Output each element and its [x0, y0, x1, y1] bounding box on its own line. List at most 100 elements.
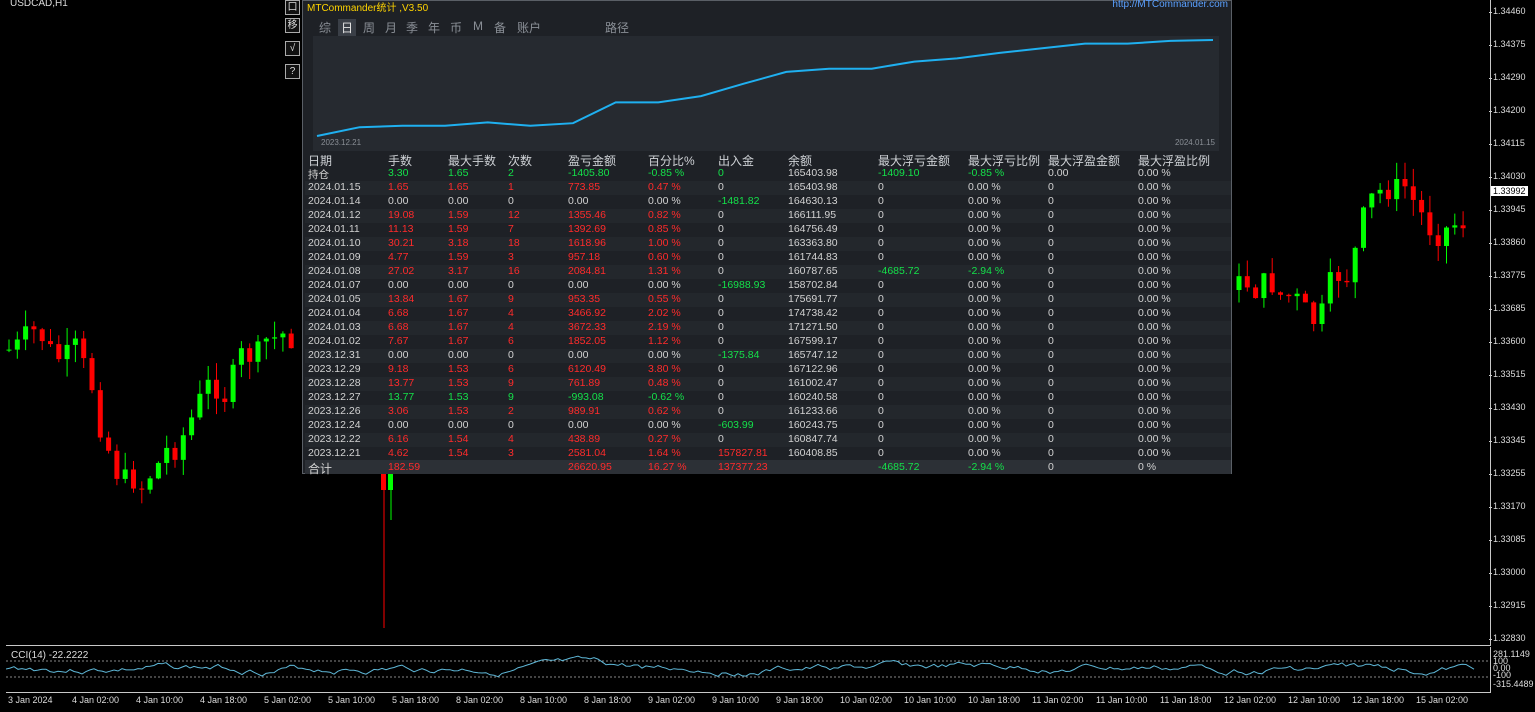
candle-body	[1452, 225, 1458, 228]
candle-body	[1302, 293, 1308, 303]
price-tick: 1.34030	[1489, 171, 1526, 181]
table-cell: 0.00 %	[1138, 377, 1171, 389]
candle-body	[39, 329, 45, 342]
table-cell: 0.00 %	[1138, 419, 1171, 431]
table-cell: 0	[1048, 447, 1054, 459]
table-cell: 3	[508, 447, 514, 459]
table-cell: 4.77	[388, 251, 409, 263]
table-cell: 1.59	[448, 209, 469, 221]
table-cell: 0	[878, 349, 884, 361]
table-cell: 160847.74	[788, 433, 838, 445]
table-cell: 2.19 %	[648, 321, 681, 333]
table-cell: 0	[878, 237, 884, 249]
time-tick: 11 Jan 18:00	[1160, 695, 1212, 705]
panel-minimize-button[interactable]: 口	[285, 0, 300, 15]
table-cell: 0.82 %	[648, 209, 681, 221]
table-cell: 12	[508, 209, 520, 221]
table-cell: 1.64 %	[648, 447, 681, 459]
table-cell: 9	[508, 391, 514, 403]
table-cell: 1.00 %	[648, 237, 681, 249]
tab-10[interactable]: 路径	[605, 19, 629, 36]
table-cell: 163363.80	[788, 237, 838, 249]
table-cell: -2.94 %	[968, 265, 1005, 277]
table-cell: 0	[878, 363, 884, 375]
candle-body	[1435, 235, 1441, 247]
time-tick: 9 Jan 02:00	[648, 695, 696, 705]
table-cell: 0	[878, 307, 884, 319]
table-cell: 165403.98	[788, 181, 838, 193]
equity-start-date: 2023.12.21	[321, 138, 362, 147]
table-cell: 175691.77	[788, 293, 838, 305]
panel-confirm-button[interactable]: √	[285, 41, 300, 56]
table-cell: 0	[1048, 307, 1054, 319]
candle-body	[1427, 212, 1433, 236]
table-cell: 16	[508, 265, 520, 277]
table-cell: 0.00	[448, 349, 469, 361]
tab-0[interactable]: 综	[319, 19, 331, 36]
panel-move-button[interactable]: 移	[285, 18, 300, 33]
table-cell: 0.27 %	[648, 433, 681, 445]
equity-curve-chart	[313, 36, 1219, 151]
tab-8[interactable]: 备	[494, 19, 506, 36]
price-tick: 1.33085	[1489, 534, 1526, 544]
table-cell: 157827.81	[718, 447, 768, 459]
tab-2[interactable]: 周	[363, 19, 375, 36]
candle-body	[197, 393, 203, 418]
time-tick: 11 Jan 02:00	[1032, 695, 1084, 705]
table-cell: -993.08	[568, 391, 604, 403]
candle-body	[48, 341, 53, 345]
table-cell: 0	[718, 433, 724, 445]
table-cell: 0	[878, 209, 884, 221]
candle-body	[1369, 193, 1375, 208]
table-cell: 0.00 %	[968, 209, 1001, 221]
panel-title: MTCommander统计 ,V3.50	[307, 3, 429, 14]
table-cell: 0.00 %	[1138, 279, 1171, 291]
table-cell: 0.48 %	[648, 377, 681, 389]
tab-7[interactable]: M	[473, 19, 483, 33]
tab-9[interactable]: 账户	[517, 19, 541, 36]
tab-4[interactable]: 季	[406, 19, 418, 36]
table-cell: 0	[878, 195, 884, 207]
price-tick: 1.34460	[1489, 6, 1526, 16]
table-cell: 165403.98	[788, 167, 838, 179]
tab-5[interactable]: 年	[428, 19, 440, 36]
table-cell: 171271.50	[788, 321, 838, 333]
tab-1[interactable]: 日	[338, 19, 357, 36]
tab-6[interactable]: 币	[450, 19, 462, 36]
candle-body	[147, 478, 153, 490]
table-cell: 0.00	[388, 349, 409, 361]
table-cell: 0.00 %	[968, 335, 1001, 347]
help-button[interactable]: ?	[285, 64, 300, 79]
candle-body	[1269, 273, 1275, 293]
table-cell: 6.16	[388, 433, 409, 445]
table-cell: 0.00 %	[648, 195, 681, 207]
candle-body	[1460, 225, 1466, 229]
candle-body	[180, 435, 186, 460]
price-tick: 1.34375	[1489, 39, 1526, 49]
table-cell: 0.00	[1048, 167, 1069, 179]
table-cell: 166111.95	[788, 209, 837, 221]
table-cell: 2024.01.04	[308, 307, 361, 319]
price-tick: 1.33600	[1489, 336, 1526, 346]
row-stripe	[305, 321, 1231, 335]
table-cell: 0	[878, 321, 884, 333]
table-cell: 0.00 %	[968, 447, 1001, 459]
table-cell: 0.00 %	[1138, 181, 1171, 193]
table-cell: 4.62	[388, 447, 409, 459]
tab-3[interactable]: 月	[385, 19, 397, 36]
candle-body	[56, 344, 62, 360]
total-cell: -2.94 %	[968, 461, 1005, 473]
table-cell: 1355.46	[568, 209, 606, 221]
table-cell: 1.67	[448, 293, 469, 305]
time-tick: 8 Jan 10:00	[520, 695, 568, 705]
candle-body	[155, 462, 161, 479]
table-cell: 1.53	[448, 391, 469, 403]
cci-indicator-panel[interactable]	[5, 647, 1491, 693]
website-link[interactable]: http://MTCommander.com	[1112, 0, 1228, 10]
table-cell: 2	[508, 167, 514, 179]
table-cell: 0	[1048, 237, 1054, 249]
table-cell: 9.18	[388, 363, 409, 375]
cci-line	[5, 655, 1475, 678]
candle-body	[263, 338, 269, 342]
table-cell: 2024.01.12	[308, 209, 361, 221]
